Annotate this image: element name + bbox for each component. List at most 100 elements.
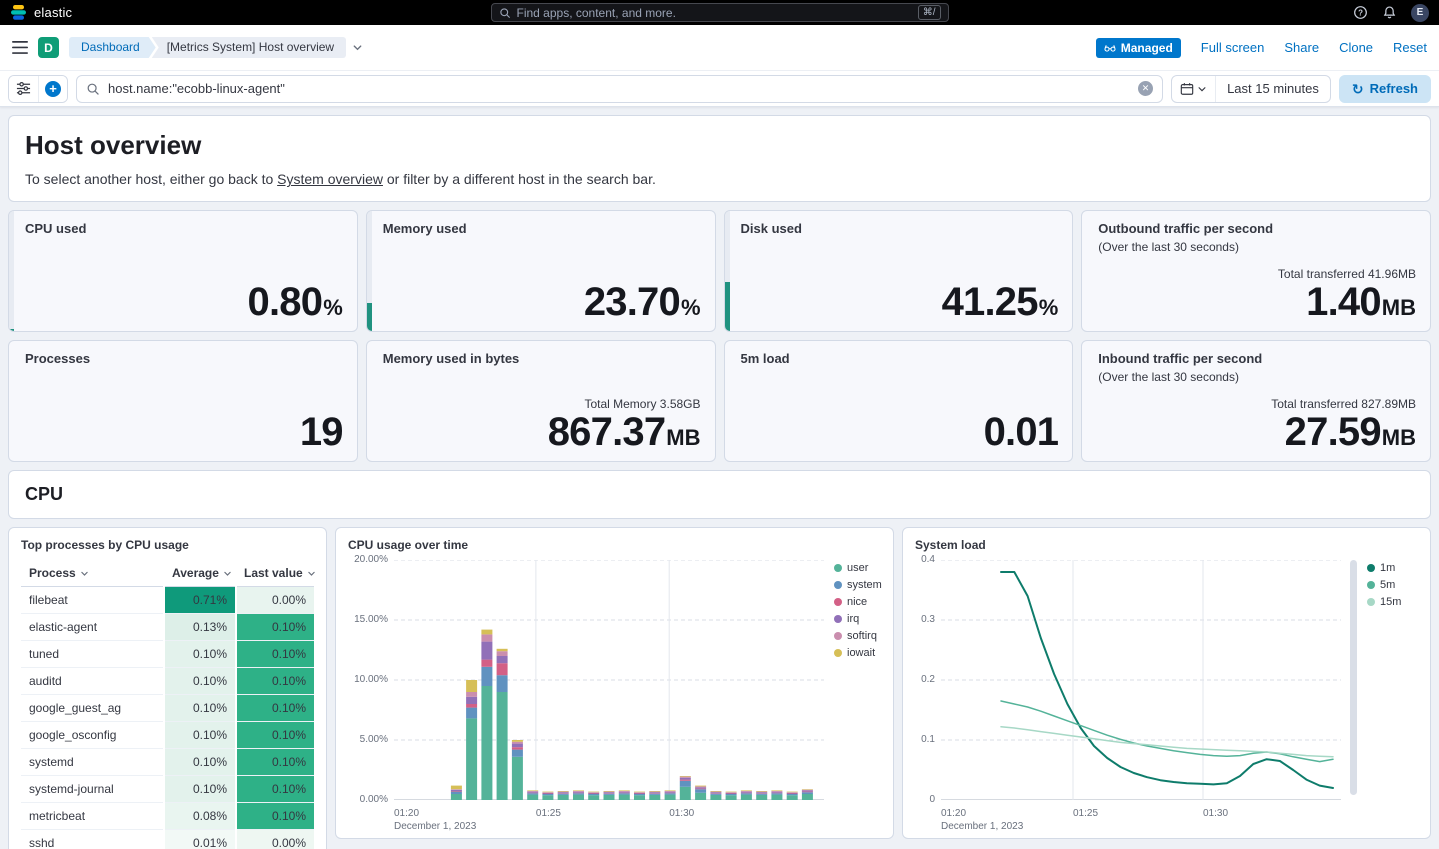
process-table: Process Average Last value filebeat0.71%… [21,560,314,849]
filter-options-button[interactable] [9,76,38,102]
metric-tile: Memory used in bytesTotal Memory 3.58GB8… [366,340,716,462]
clear-query-icon[interactable]: ✕ [1138,81,1153,96]
metric-tile: Outbound traffic per second (Over the las… [1081,210,1431,332]
metric-tile: Memory used 23.70% [366,210,716,332]
legend-item-softirq[interactable]: softirq [834,630,882,642]
dashboard-navbar: D Dashboard [Metrics System] Host overvi… [0,25,1439,71]
legend-item-irq[interactable]: irq [834,613,882,625]
y-axis-labels: 00.10.20.30.4 [915,560,941,800]
chevron-down-icon [1197,84,1207,94]
cpu-usage-panel: CPU usage over time 0.00%5.00%10.00%15.0… [335,527,894,839]
top-processes-panel: Top processes by CPU usage Process Avera… [8,527,327,849]
dashboard-content: Host overview To select another host, ei… [0,107,1439,849]
cpu-usage-title: CPU usage over time [348,538,881,552]
cpu-usage-chart[interactable] [394,560,824,800]
global-header: elastic ⌘/ ? E [0,0,1439,25]
query-input[interactable] [108,81,1130,96]
breadcrumb-current-page[interactable]: [Metrics System] Host overview [152,37,346,58]
managed-badge[interactable]: Managed [1096,38,1181,58]
cpu-section-panel: CPU [8,470,1431,519]
filter-controls: + [8,75,68,103]
chevron-down-icon [223,569,232,578]
metric-title: Disk used [741,221,1059,237]
refresh-icon: ↻ [1352,82,1364,96]
legend-item-5m[interactable]: 5m [1367,579,1401,591]
system-load-title: System load [915,538,1418,552]
legend-dot-icon [834,564,842,572]
page-title: Host overview [25,130,1414,161]
plus-icon: + [45,81,61,97]
legend-item-15m[interactable]: 15m [1367,596,1401,608]
column-header-average[interactable]: Average [164,560,236,587]
metric-progress-bar [9,211,14,331]
x-axis-labels: 01:20December 1, 202301:2501:30 [394,805,824,829]
search-icon [86,82,100,96]
metric-value: 23.70% [383,282,701,323]
process-row: systemd0.10%0.10% [21,749,314,776]
menu-hamburger-icon[interactable] [12,41,28,54]
search-shortcut-key: ⌘/ [918,5,941,20]
chevron-down-icon [307,569,316,578]
metric-value: 27.59MB [1098,412,1416,453]
reset-button[interactable]: Reset [1393,40,1427,55]
metric-progress-bar [367,211,372,331]
help-icon[interactable]: ? [1353,5,1368,20]
date-picker: Last 15 minutes [1171,75,1331,103]
refresh-button[interactable]: ↻ Refresh [1339,75,1431,103]
metric-secondary-value: Total transferred 41.96MB [1098,267,1416,281]
metric-title: Outbound traffic per second [1098,221,1416,237]
global-search-input[interactable] [517,6,912,20]
metric-value: 41.25% [741,282,1059,323]
overview-description: To select another host, either go back t… [25,171,1414,187]
metric-title: Inbound traffic per second [1098,351,1416,367]
metric-value: 0.01 [741,412,1059,453]
clone-button[interactable]: Clone [1339,40,1373,55]
date-quick-select[interactable] [1172,76,1216,102]
top-processes-title: Top processes by CPU usage [21,538,314,552]
process-row: elastic-agent0.13%0.10% [21,614,314,641]
add-filter-button[interactable]: + [38,76,67,102]
query-input-wrap: ✕ [76,75,1163,103]
column-header-process[interactable]: Process [21,560,164,587]
legend-item-system[interactable]: system [834,579,882,591]
chevron-down-icon [80,569,89,578]
metric-subtitle: (Over the last 30 seconds) [1098,370,1416,384]
metric-secondary-value: Total Memory 3.58GB [383,397,701,411]
metric-subtitle: (Over the last 30 seconds) [1098,240,1416,254]
x-axis-labels: 01:20December 1, 202301:2501:30 [941,805,1341,829]
global-search[interactable]: ⌘/ [491,3,949,22]
metric-value: 867.37MB [383,412,701,453]
legend-item-1m[interactable]: 1m [1367,562,1401,574]
full-screen-button[interactable]: Full screen [1201,40,1265,55]
dashboard-app-icon[interactable]: D [38,37,59,58]
metric-value: 0.80% [25,282,343,323]
legend-dot-icon [834,581,842,589]
system-load-chart[interactable] [941,560,1341,800]
user-avatar[interactable]: E [1411,4,1429,22]
metric-tile: Processes19 [8,340,358,462]
metric-progress-bar [725,211,730,331]
column-header-last-value[interactable]: Last value [236,560,314,587]
system-load-panel: System load 00.10.20.30.401:20December 1… [902,527,1431,839]
legend-item-nice[interactable]: nice [834,596,882,608]
system-overview-link[interactable]: System overview [277,171,383,187]
breadcrumb-dashboard[interactable]: Dashboard [69,37,156,58]
metric-tile: CPU used0.80% [8,210,358,332]
metric-title: Memory used [383,221,701,237]
chart-scrollbar[interactable] [1350,560,1357,800]
legend-item-iowait[interactable]: iowait [834,647,882,659]
notifications-bell-icon[interactable] [1382,5,1397,20]
process-table-body: filebeat0.71%0.00%elastic-agent0.13%0.10… [21,587,314,849]
system-load-chart-area: 00.10.20.30.401:20December 1, 202301:250… [915,560,1418,829]
chevron-down-icon[interactable] [352,42,363,53]
legend-item-user[interactable]: user [834,562,882,574]
calendar-icon [1180,82,1194,96]
share-button[interactable]: Share [1284,40,1319,55]
elastic-logo[interactable] [10,4,27,21]
managed-glasses-icon [1104,42,1116,54]
y-axis-labels: 0.00%5.00%10.00%15.00%20.00% [348,560,394,800]
process-row: tuned0.10%0.10% [21,641,314,668]
process-row: sshd0.01%0.00% [21,830,314,849]
time-range-value[interactable]: Last 15 minutes [1216,81,1330,96]
process-row: filebeat0.71%0.00% [21,587,314,614]
